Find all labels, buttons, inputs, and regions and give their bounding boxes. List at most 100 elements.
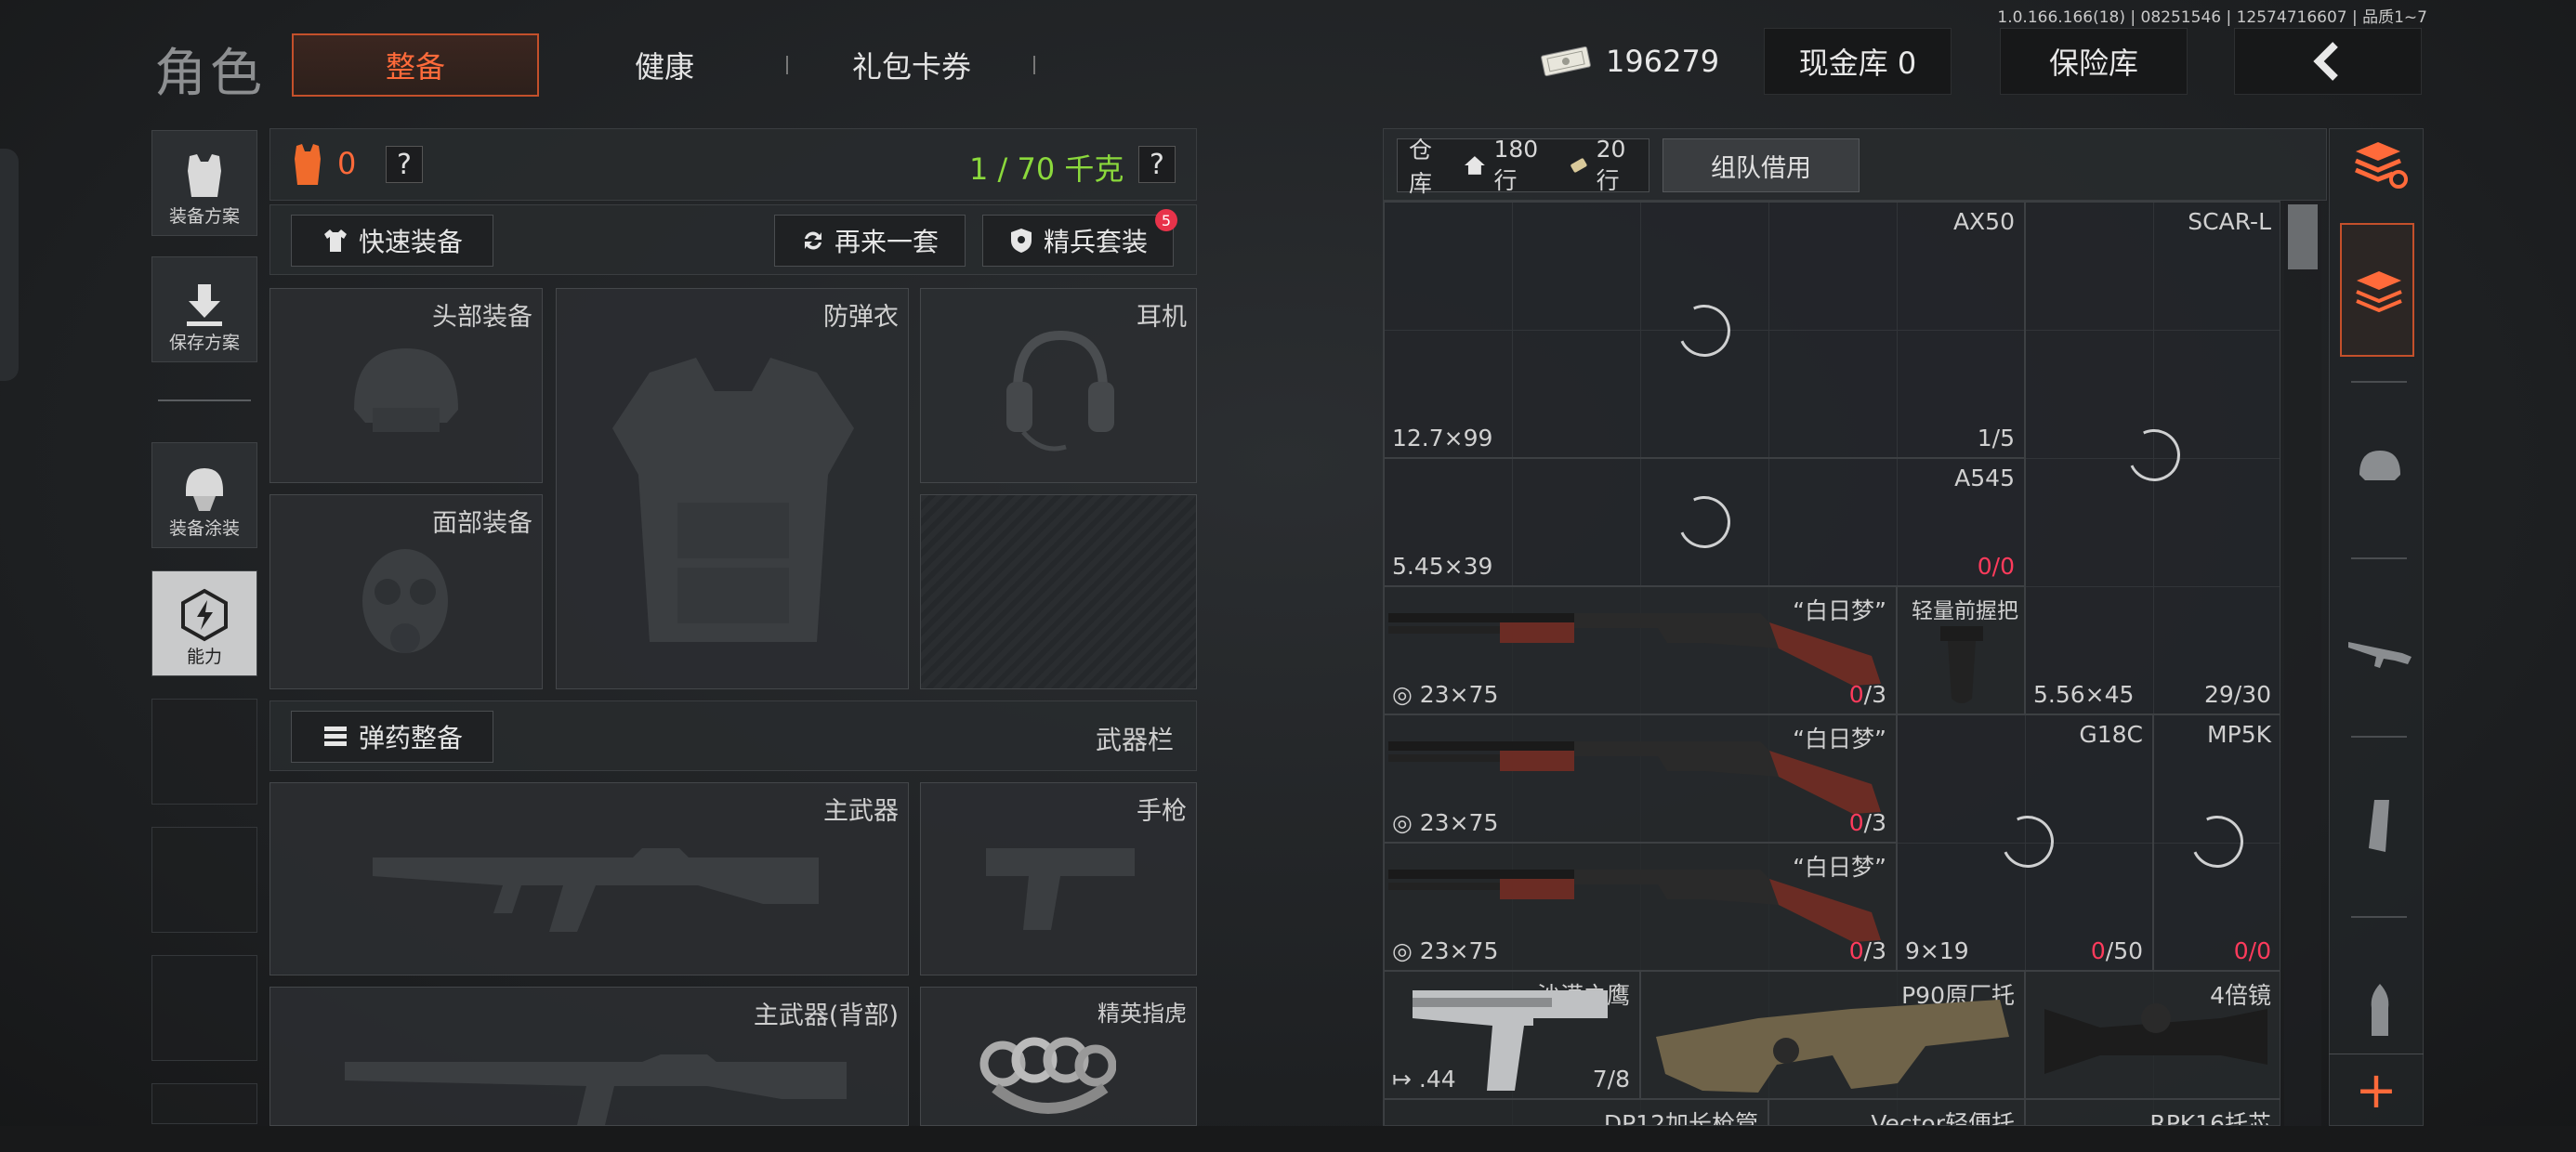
filter-weapons-button[interactable] [2336,606,2424,693]
primary-weapon-slot[interactable]: 主武器 [269,782,909,975]
add-button[interactable]: + [2329,1054,2424,1126]
again-button[interactable]: 再来一套 [774,215,966,267]
warehouse-item[interactable]: SCAR-L 5.56×45 29/30 [2025,202,2280,714]
filter-all-button[interactable] [2340,223,2414,357]
item-count-max: /0 [1991,553,2015,580]
primary-slot-label: 主武器 [823,797,899,826]
toolbar-divider [2351,381,2407,383]
warehouse-rows: 180行 [1493,135,1539,194]
page-title: 角色 [154,44,266,104]
elite-set-label: 精兵套装 [1043,227,1148,257]
sidebar-item-label: 装备涂装 [168,518,240,539]
sidebar-item-skin[interactable]: 装备涂装 [151,442,257,548]
item-count: 0/3 [1849,809,1886,836]
elite-set-button[interactable]: 精兵套装 [982,215,1174,267]
head-slot[interactable]: 头部装备 [269,288,543,483]
item-count: 0/50 [2091,937,2143,964]
toolbar-divider [2351,916,2407,918]
sidebar-item-ability[interactable]: 能力 [151,570,257,676]
sidebar-item-label: 能力 [186,647,222,667]
foregrip-icon [1940,626,1983,703]
vest-slot[interactable]: 防弹衣 [556,288,909,689]
gas-mask-icon [362,549,448,653]
ticket-icon [1571,158,1587,173]
loading-spinner [1994,808,2061,875]
ammo-icon [323,727,347,746]
p90-stock-icon [1656,1000,2009,1093]
item-caliber: ◎ 23×75 [1392,937,1498,964]
warehouse-item[interactable]: 轻量前握把 [1897,586,2025,714]
warehouse-item[interactable]: P90原厂托 [1640,971,2025,1099]
ear-slot[interactable]: 耳机 [920,288,1197,483]
house-icon [1464,156,1485,175]
tab-health[interactable]: 健康 [541,33,788,97]
edge-drawer-handle[interactable] [0,149,19,381]
rifle-back-icon [345,1054,847,1125]
sidebar-item-save-plan[interactable]: 保存方案 [151,256,257,362]
quick-equip-label: 快速装备 [358,227,463,257]
item-name: A545 [1954,465,2015,491]
pistol-slot[interactable]: 手枪 [920,782,1197,975]
vest-icon [188,154,221,197]
sidebar-item-loadout-plan[interactable]: 装备方案 [151,130,257,236]
warehouse-item[interactable]: AX50 12.7×99 1/5 [1384,202,2025,458]
warehouse-item[interactable]: MP5K 0/0 [2153,714,2280,971]
warehouse-item[interactable]: Vector轻便托 [1768,1099,2025,1125]
tab-equip[interactable]: 整备 [292,33,539,97]
body-armor-icon [612,358,854,642]
item-name: 轻量前握把 [1912,599,2018,623]
item-count: 29/30 [2203,681,2271,708]
warehouse-rows-extra: 20行 [1596,135,1626,194]
pistol-icon [986,848,1135,930]
cash-vault-button[interactable]: 现金库 0 [1764,28,1952,95]
warehouse-item[interactable]: 4倍镜 [2025,971,2280,1099]
back-button[interactable] [2234,28,2422,95]
warehouse-label: 仓库 [1409,137,1433,197]
warehouse-item[interactable]: 沙漠之鹰 ↦ .44 7/8 [1384,971,1640,1099]
warehouse-item[interactable]: DP12加长枪管 [1384,1099,1768,1125]
quick-equip-button[interactable]: 快速装备 [291,215,493,267]
item-count: 7/8 [1592,1066,1630,1093]
back-weapon-slot[interactable]: 主武器(背部) [269,987,909,1126]
warehouse-header: 仓库 180行 20行 组队借用 [1383,128,2327,201]
warehouse-grid: AX50 12.7×99 1/5 SCAR-L 5.56×45 29/30 A5… [1383,201,2280,1126]
item-caliber: 12.7×99 [1392,425,1493,452]
scrollbar-thumb[interactable] [2288,204,2318,269]
weight-help-icon[interactable]: ? [1138,146,1176,183]
warehouse-item[interactable]: “白日梦” ◎ 23×75 0/3 [1384,586,1897,714]
version-text: 1.0.166.166(18) | 08251546 | 12574716607… [1997,8,2427,27]
loading-spinner [2121,422,2188,489]
face-slot[interactable]: 面部装备 [269,494,543,689]
tab-gift[interactable]: 礼包卡券 [788,33,1035,97]
filter-ammo-button[interactable] [2336,966,2424,1054]
warehouse-item[interactable]: “白日梦” ◎ 23×75 0/3 [1384,843,1897,971]
filter-magazines-button[interactable] [2336,782,2424,870]
team-borrow-button[interactable]: 组队借用 [1663,138,1860,192]
sort-button[interactable] [2336,121,2424,208]
chevron-left-icon [2313,42,2338,81]
filter-equipment-button[interactable] [2336,424,2424,511]
ear-slot-label: 耳机 [1137,303,1187,332]
armor-help-icon[interactable]: ? [386,146,423,183]
item-count-current: 0 [2090,937,2106,964]
scope-icon [2044,1003,2267,1074]
locked-slot [920,494,1197,689]
warehouse-item[interactable]: A545 5.45×39 0/0 [1384,458,2025,586]
shield-icon: ◎ [1392,809,1413,836]
money-display: 196279 [1539,28,1721,95]
warehouse-item[interactable]: RPK16托芯 [2025,1099,2280,1125]
item-name: SCAR-L [2188,208,2271,235]
sidebar-item-label: 装备方案 [168,206,240,227]
ammo-prep-button[interactable]: 弹药整备 [291,711,493,763]
item-caliber-value: 23×75 [1419,937,1499,964]
ability-icon [181,588,228,642]
item-count-current: 0 [1848,809,1864,836]
warehouse-item[interactable]: G18C 9×19 0/50 [1897,714,2153,971]
warehouse-item[interactable]: “白日梦” ◎ 23×75 0/3 [1384,714,1897,843]
sort-stack-icon [2355,142,2408,189]
loading-spinner [1671,489,1738,556]
warehouse-scrollbar[interactable] [2284,201,2321,1126]
item-count: 0/0 [1978,553,2015,580]
safe-button[interactable]: 保险库 [2000,28,2188,95]
melee-slot[interactable]: 精英指虎 [920,987,1197,1126]
